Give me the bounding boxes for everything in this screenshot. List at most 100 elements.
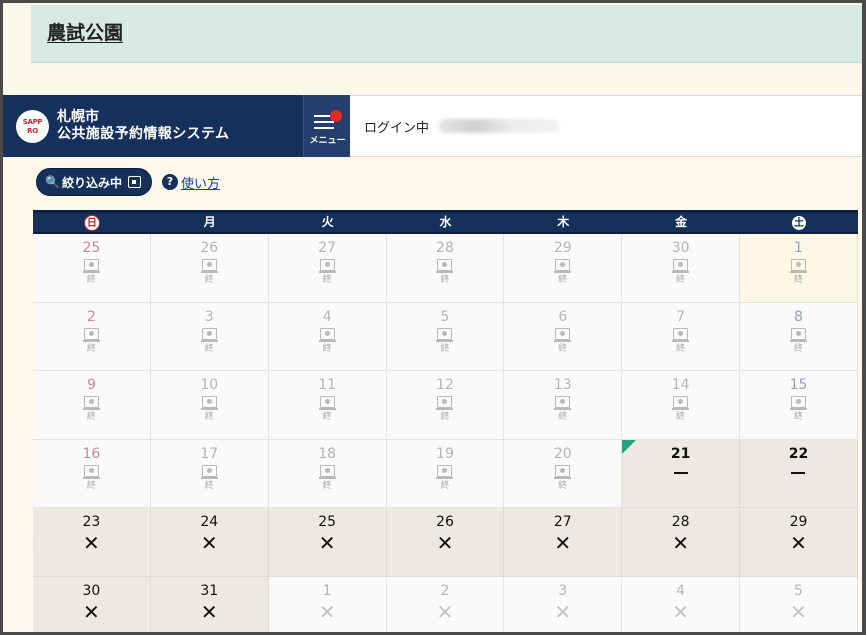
closed-facility-icon [318,396,336,411]
calendar-day-cell[interactable]: 29 ✕ [740,508,858,577]
closed-facility-icon [436,327,454,343]
help-icon: ? [161,174,178,190]
day-number: 4 [322,308,332,325]
status-full-mark: ✕ [200,599,218,624]
closed-facility-icon [789,259,807,274]
notification-dot-icon [330,110,342,122]
calendar-day-cell: 7終 [622,302,741,371]
calendar-day-cell: 5 ✕ [740,576,858,632]
status-closed-label: 終 [558,343,568,354]
logo-text-line1: SAPP [22,117,43,126]
help-link-group[interactable]: ? 使い方 [161,173,220,192]
day-number: 16 [82,445,101,462]
search-icon: 🔍 [45,175,60,189]
calendar-day-cell: 2 ✕ [386,576,505,632]
status-closed-label: 終 [86,343,96,354]
day-number: 27 [553,514,572,530]
day-number: 2 [86,308,96,325]
closed-facility-icon [789,327,807,343]
calendar-day-cell[interactable]: 23 ✕ [33,508,151,577]
day-number: 3 [204,308,214,325]
status-closed-label: 終 [86,412,96,422]
status-closed-label: 終 [322,412,332,422]
calendar-day-cell[interactable]: 22 [740,439,858,508]
day-number: 7 [676,308,686,325]
status-closed-label: 終 [793,275,803,285]
calendar-day-cell: 25 終 [33,234,151,303]
toolbar: 🔍 絞り込み中 ? 使い方 [36,168,220,196]
status-full-mark: ✕ [318,531,336,555]
calendar-day-cell: 16 終 [33,439,151,508]
weekday-wed: 水 [439,215,452,229]
closed-facility-icon [672,396,690,411]
status-closed-label: 終 [86,275,96,285]
status-closed-label: 終 [322,480,332,491]
day-number: 31 [200,582,219,599]
calendar-day-cell[interactable]: 21 [622,439,741,508]
calendar-day-cell: 12 終 [386,371,505,440]
calendar-day-cell: 30 終 [622,234,741,303]
day-number: 11 [318,377,337,393]
calendar-day-cell: 27 終 [268,234,387,303]
closed-facility-icon [82,327,100,343]
status-closed-label: 終 [676,412,686,422]
calendar-day-cell[interactable]: 26 ✕ [386,508,505,577]
calendar-day-cell: 4 ✕ [622,576,741,632]
facility-header: 農試公園 [31,5,862,63]
calendar-day-cell: 29 終 [504,234,623,303]
help-link[interactable]: 使い方 [181,173,220,192]
closed-facility-icon [789,396,807,411]
login-label: ログイン中 [364,120,430,136]
day-number: 3 [558,582,568,599]
status-closed-label: 終 [793,343,803,354]
menu-button[interactable]: メニュー [303,95,350,157]
closed-facility-icon [554,396,572,411]
closed-facility-icon [554,259,572,274]
closed-facility-icon [672,327,690,343]
calendar-day-cell: 3終 [150,302,269,371]
calendar-day-cell[interactable]: 28 ✕ [622,508,741,577]
status-closed-label: 終 [204,412,214,422]
status-closed-label: 終 [793,412,803,422]
status-closed-label: 終 [558,480,568,491]
brand-area[interactable]: SAPP RO 札幌市 公共施設予約情報システム [3,95,303,157]
status-full-mark: ✕ [436,531,454,555]
facility-name-link[interactable]: 農試公園 [47,18,123,45]
brand-text: 札幌市 公共施設予約情報システム [57,109,229,143]
status-full-mark: ✕ [436,599,454,624]
today-corner-flag-icon [622,439,637,454]
menu-label: メニュー [309,136,346,146]
calendar-day-cell: 11 終 [268,371,387,440]
day-number: 21 [670,445,691,462]
calendar-day-cell: 1 ✕ [268,576,387,632]
status-full-mark: ✕ [672,599,690,624]
closed-facility-icon [672,259,690,274]
calendar-day-cell: 17 終 [150,439,269,508]
day-number: 2 [440,582,450,599]
day-number: 27 [318,240,337,256]
calendar-day-cell[interactable]: 25 ✕ [268,508,387,577]
day-number: 1 [322,582,332,599]
calendar-day-cell[interactable]: 30 ✕ [33,576,151,632]
status-closed-label: 終 [204,275,214,285]
day-number: 30 [671,240,690,256]
calendar-day-cell: 8終 [740,302,858,371]
day-number: 25 [318,514,337,530]
calendar-day-cell[interactable]: 24 ✕ [150,508,269,577]
calendar-day-cell[interactable]: 31 ✕ [150,576,269,632]
login-status: ログイン中 [350,95,862,157]
sapporo-logo-icon: SAPP RO [16,109,49,143]
day-number: 26 [200,240,219,256]
weekday-thu: 木 [557,215,570,229]
day-number: 24 [200,514,219,530]
calendar-day-cell: 28 終 [386,234,505,303]
day-number: 4 [676,582,686,599]
calendar-weekday-header: 日 月 火 水 木 金 土 [33,210,858,234]
day-number: 30 [82,582,101,599]
closed-facility-icon [318,259,336,274]
status-closed-label: 終 [440,412,450,422]
day-number: 23 [82,514,101,530]
calendar-day-cell[interactable]: 27 ✕ [504,508,623,577]
filter-button[interactable]: 🔍 絞り込み中 [36,168,152,196]
status-full-mark: ✕ [672,531,690,555]
